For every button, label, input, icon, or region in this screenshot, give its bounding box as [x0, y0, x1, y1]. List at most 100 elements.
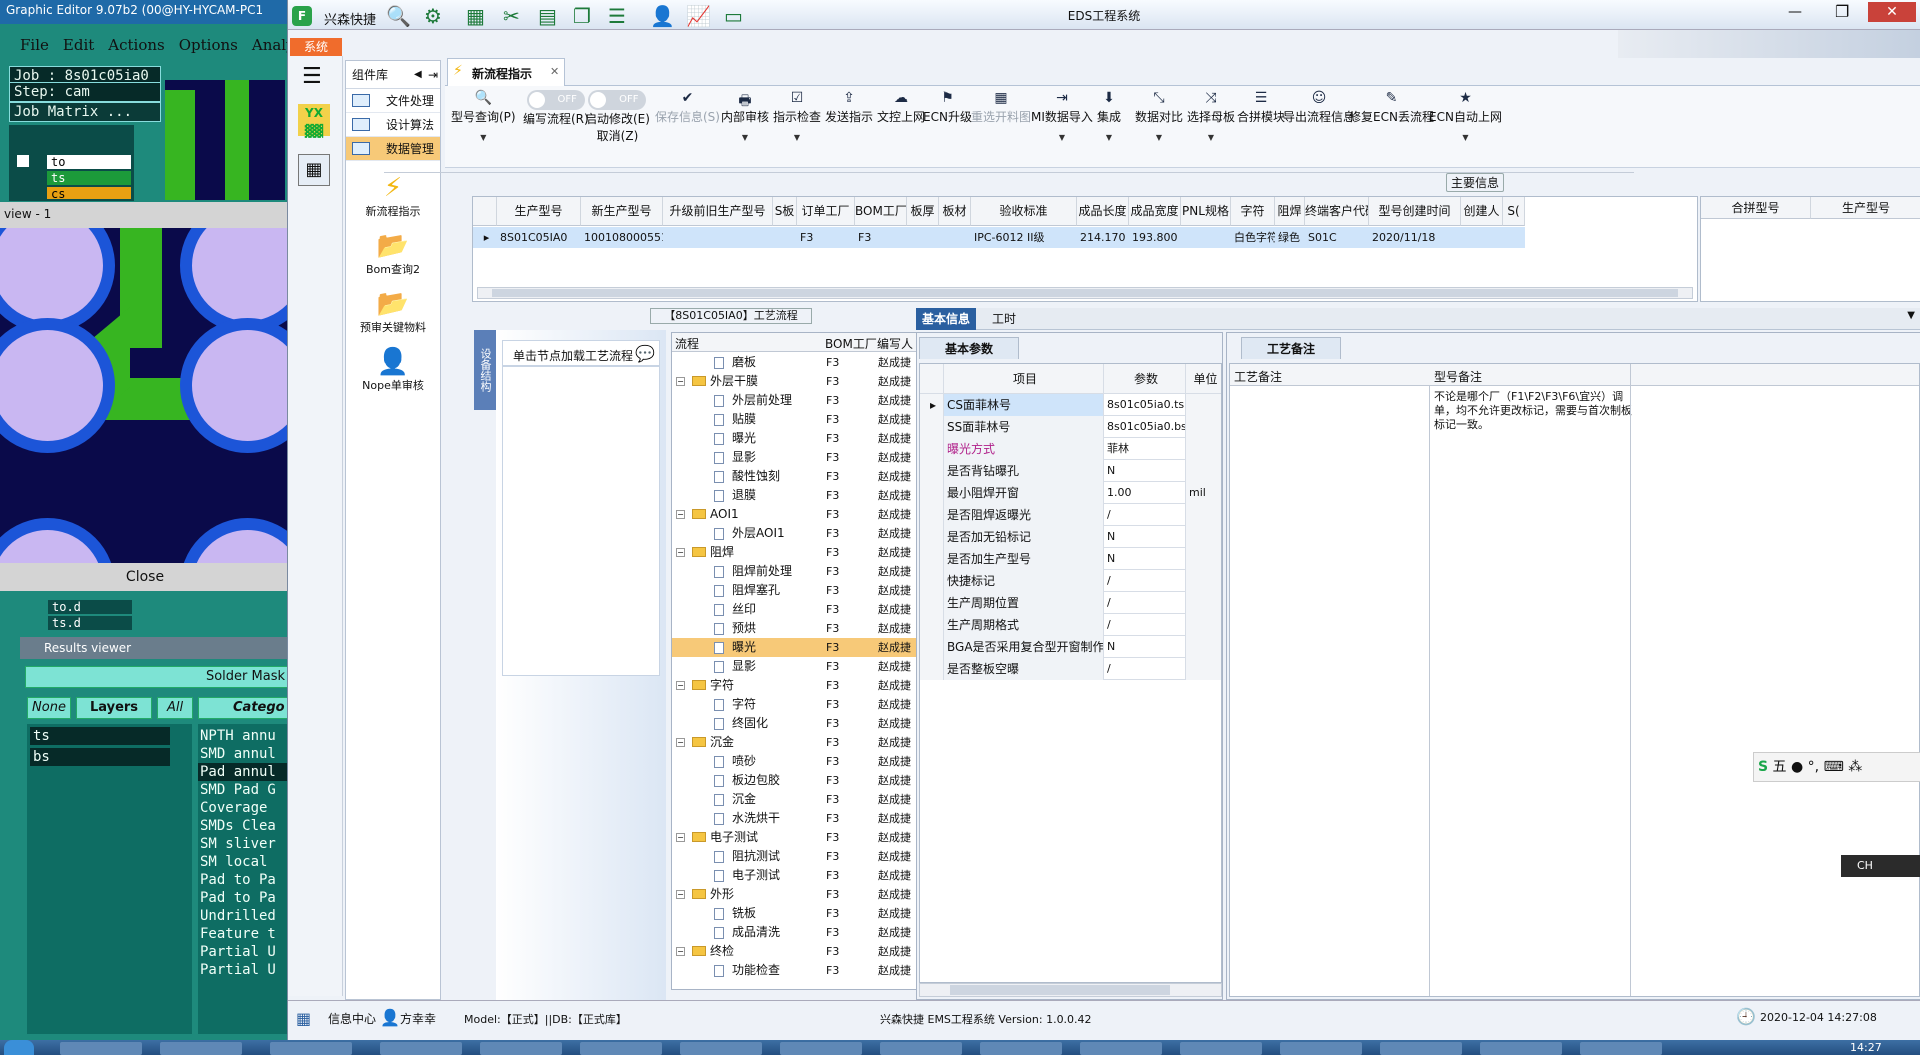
col-header[interactable]: 板材: [939, 197, 971, 226]
ribbon-button[interactable]: OFF 编写流程(R): [523, 90, 589, 127]
panel-item-data[interactable]: 数据管理: [346, 137, 440, 161]
calculator-icon[interactable]: ▦: [298, 154, 330, 186]
param-value[interactable]: /: [1104, 614, 1186, 636]
list-item[interactable]: bs: [30, 748, 170, 766]
col-header[interactable]: 生产型号: [497, 197, 581, 226]
table-cell[interactable]: [1461, 227, 1503, 248]
results-layer-list[interactable]: ts bs: [27, 724, 192, 1034]
param-row[interactable]: SS面菲林号 8s01c05ia0.bs: [920, 416, 1221, 438]
list-item[interactable]: SM local: [198, 853, 290, 871]
job-matrix-button[interactable]: Job Matrix ...: [9, 102, 161, 122]
table-cell[interactable]: 白色字符: [1231, 227, 1275, 248]
ribbon-button[interactable]: ⇪ 发送指示: [825, 90, 873, 125]
close-tab-icon[interactable]: ✕: [550, 65, 559, 78]
ime-toolbar[interactable]: S 五 ● °, ⌨ ⁂: [1753, 752, 1920, 782]
list-item[interactable]: Undrilled: [198, 907, 290, 925]
ribbon-button[interactable]: ☑ 指示检查 ▼: [773, 90, 821, 142]
ribbon-button[interactable]: ⇥ MI数据导入 ▼: [1031, 90, 1093, 142]
ribbon-button[interactable]: ☺ 导出流程信息: [1283, 90, 1355, 125]
ribbon-button[interactable]: OFF 启动修改(E) 取消(Z): [585, 90, 650, 144]
param-row[interactable]: 是否背钻曝孔 N: [920, 460, 1221, 482]
table-cell[interactable]: [773, 227, 797, 248]
tab-device-structure[interactable]: 设备结构: [474, 330, 496, 410]
col-header[interactable]: 成品长度: [1077, 197, 1129, 226]
col-header[interactable]: PNL规格: [1181, 197, 1231, 226]
col-header[interactable]: 升级前旧生产型号: [663, 197, 773, 226]
table-cell[interactable]: [663, 227, 773, 248]
param-value[interactable]: 1.00: [1104, 482, 1186, 504]
param-value[interactable]: N: [1104, 526, 1186, 548]
expander-icon[interactable]: −: [676, 738, 685, 747]
tab-work-hours[interactable]: 工时: [984, 308, 1024, 330]
info-center[interactable]: 信息中心: [328, 1010, 376, 1027]
list-item[interactable]: SMD Pad G: [198, 781, 290, 799]
list-item[interactable]: Feature t: [198, 925, 290, 943]
ribbon-button[interactable]: ★ ECN自动上网 ▼: [1429, 90, 1502, 142]
list-item[interactable]: SMDs Clea: [198, 817, 290, 835]
expander-icon[interactable]: −: [676, 833, 685, 842]
table-cell[interactable]: F3: [855, 227, 907, 248]
chevron-down-icon[interactable]: ▼: [451, 133, 516, 142]
dropdown-arrow-icon[interactable]: ▼: [1907, 310, 1915, 321]
load-flow-hint[interactable]: 单击节点加载工艺流程 💬: [502, 340, 660, 366]
tab-process-notes[interactable]: 工艺备注: [1241, 337, 1341, 359]
list-item[interactable]: Pad to Pa: [198, 871, 290, 889]
pin-icon[interactable]: ⇥: [428, 61, 438, 89]
ribbon-button[interactable]: ⤡ 数据对比 ▼: [1135, 90, 1183, 142]
col-header[interactable]: 型号创建时间: [1369, 197, 1461, 226]
list-item[interactable]: Partial U: [198, 961, 290, 979]
toggle-switch[interactable]: OFF: [526, 90, 585, 110]
expander-icon[interactable]: −: [676, 890, 685, 899]
layer-to-d[interactable]: to.d: [48, 600, 132, 614]
tab-basic-info[interactable]: 基本信息: [916, 308, 976, 330]
param-row[interactable]: BGA是否采用复合型开窗制作 N: [920, 636, 1221, 658]
all-button[interactable]: All: [157, 697, 193, 719]
table-cell[interactable]: 8S01C05IA0: [497, 227, 581, 248]
bom-query-button[interactable]: 📂 Bom查询2: [346, 231, 440, 277]
system-tab[interactable]: 系统: [290, 38, 342, 56]
list-item[interactable]: Pad annul: [198, 763, 290, 781]
col-header[interactable]: 订单工厂: [797, 197, 855, 226]
table-cell[interactable]: 10010800055159: [581, 227, 663, 248]
chevron-down-icon[interactable]: ▼: [773, 133, 821, 142]
param-row[interactable]: 是否整板空曝 /: [920, 658, 1221, 680]
menu-file[interactable]: File: [20, 36, 49, 54]
panel-item-algorithm[interactable]: 设计算法: [346, 113, 440, 137]
new-flow-button[interactable]: ⚡ 新流程指示: [346, 173, 440, 219]
ribbon-button[interactable]: 🖶 内部审核 ▼: [721, 90, 769, 142]
col-header[interactable]: 项目: [944, 364, 1104, 394]
chevron-down-icon[interactable]: ▼: [721, 133, 769, 142]
menu-edit[interactable]: Edit: [63, 36, 94, 54]
param-value[interactable]: N: [1104, 548, 1186, 570]
language-bar[interactable]: CH: [1841, 855, 1920, 877]
start-button[interactable]: [4, 1040, 34, 1055]
toggle-switch[interactable]: OFF: [588, 90, 647, 110]
expander-icon[interactable]: −: [676, 947, 685, 956]
ribbon-button[interactable]: 🔍 型号查询(P) ▼: [451, 90, 516, 142]
menu-options[interactable]: Options: [179, 36, 238, 54]
yx-logo-icon[interactable]: YX ▓▓: [298, 104, 330, 138]
layer-to[interactable]: to: [47, 155, 131, 169]
tab-basic-params[interactable]: 基本参数: [919, 337, 1019, 359]
pcb-view[interactable]: [0, 228, 290, 563]
col-header[interactable]: 板厚: [907, 197, 939, 226]
merge-grid[interactable]: 合拼型号 生产型号: [1700, 196, 1920, 302]
tab-new-flow[interactable]: ⚡ 新流程指示 ✕: [447, 58, 565, 86]
chevron-down-icon[interactable]: ▼: [1135, 133, 1183, 142]
table-cell[interactable]: 2020/11/18: [1369, 227, 1461, 248]
hamburger-icon[interactable]: ☰: [302, 64, 322, 89]
col-header[interactable]: 字符: [1231, 197, 1275, 226]
minimize-button[interactable]: —: [1788, 4, 1802, 20]
chevron-down-icon[interactable]: ▼: [1429, 133, 1502, 142]
main-info-grid[interactable]: 生产型号8S01C05IA0新生产型号10010800055159升级前旧生产型…: [472, 196, 1698, 302]
col-header[interactable]: 流程: [675, 335, 699, 352]
table-cell[interactable]: IPC-6012 II级: [971, 227, 1077, 248]
chevron-down-icon[interactable]: ▼: [1187, 133, 1235, 142]
layer-ts[interactable]: ts: [47, 171, 131, 185]
list-item[interactable]: SMD annul: [198, 745, 290, 763]
table-cell[interactable]: S01C: [1305, 227, 1369, 248]
table-cell[interactable]: [1181, 227, 1231, 248]
param-row[interactable]: 最小阻焊开窗 1.00 mil: [920, 482, 1221, 504]
col-header[interactable]: S板: [773, 197, 797, 226]
param-value[interactable]: /: [1104, 658, 1186, 680]
